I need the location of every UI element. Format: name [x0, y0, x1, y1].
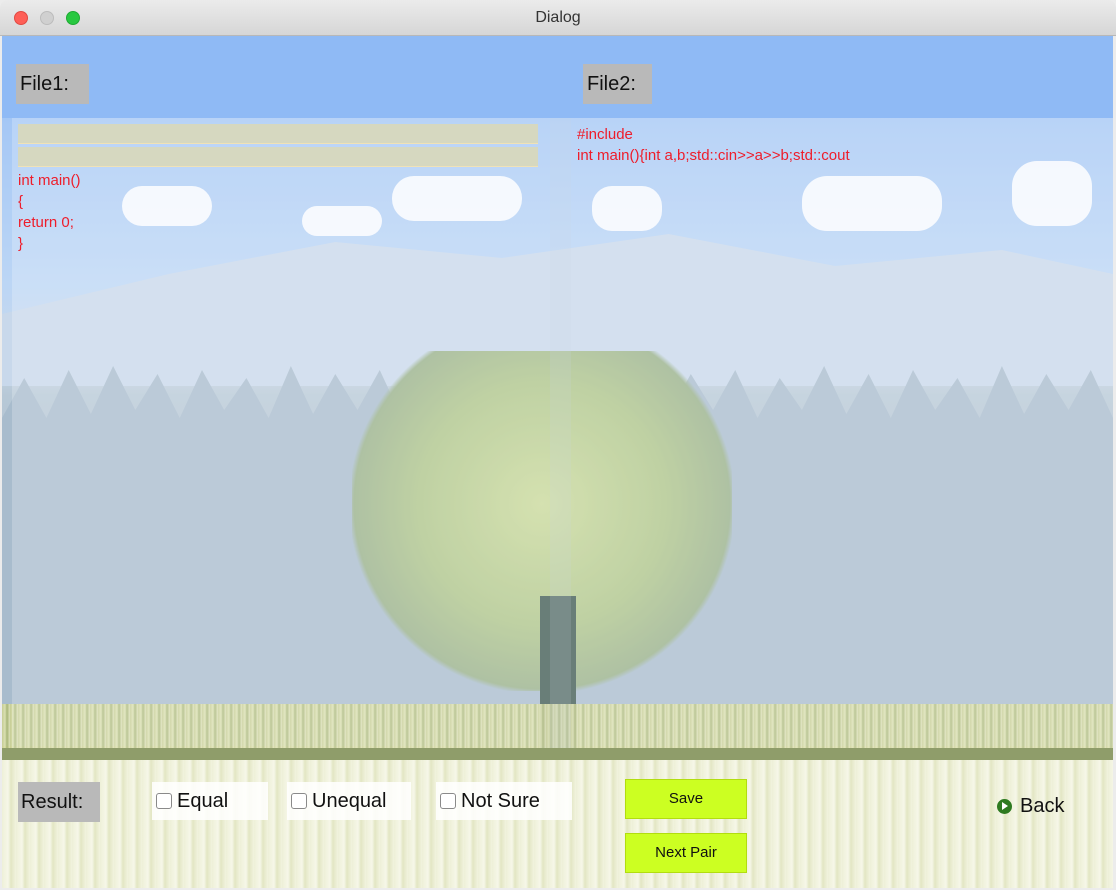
- code-line: {: [18, 193, 24, 210]
- highlighted-line: [18, 124, 538, 144]
- title-bar: Dialog: [0, 0, 1116, 36]
- file2-code-editor[interactable]: #include int main(){int a,b;std::cin>>a>…: [571, 118, 1113, 748]
- checkbox-label: Unequal: [312, 789, 387, 812]
- checkbox-box[interactable]: [291, 793, 307, 809]
- split-divider[interactable]: [550, 118, 571, 748]
- highlighted-line: [18, 147, 538, 167]
- unequal-checkbox[interactable]: Unequal: [287, 782, 411, 820]
- code-line: int main(){int a,b;std::cin>>a>>b;std::c…: [577, 147, 850, 164]
- checkbox-box[interactable]: [440, 793, 456, 809]
- back-button[interactable]: Back: [997, 792, 1064, 820]
- code-line: #include: [577, 126, 633, 143]
- code-line: }: [18, 235, 24, 252]
- ground-background: [2, 760, 1113, 888]
- window-title: Dialog: [535, 9, 581, 26]
- arrow-right-circle-icon: [997, 798, 1012, 814]
- dialog-window: Dialog File1: File2: int main() { return…: [0, 0, 1116, 890]
- checkbox-box[interactable]: [156, 793, 172, 809]
- sky-background: [2, 36, 1113, 118]
- checkbox-label: Not Sure: [461, 789, 540, 812]
- dialog-content: File1: File2: int main() { return 0; } #…: [2, 36, 1113, 888]
- ground-edge: [2, 748, 1113, 760]
- checkbox-label: Equal: [177, 789, 229, 812]
- code-line: int main(): [18, 172, 81, 189]
- result-label: Result:: [18, 782, 100, 822]
- not-sure-checkbox[interactable]: Not Sure: [436, 782, 572, 820]
- code-line: return 0;: [18, 214, 74, 231]
- file1-label: File1:: [16, 64, 89, 104]
- save-button[interactable]: Save: [625, 779, 747, 819]
- next-pair-button[interactable]: Next Pair: [625, 833, 747, 873]
- equal-checkbox[interactable]: Equal: [152, 782, 268, 820]
- back-label: Back: [1020, 794, 1065, 817]
- file2-label: File2:: [583, 64, 652, 104]
- file1-code-editor[interactable]: int main() { return 0; }: [12, 118, 550, 748]
